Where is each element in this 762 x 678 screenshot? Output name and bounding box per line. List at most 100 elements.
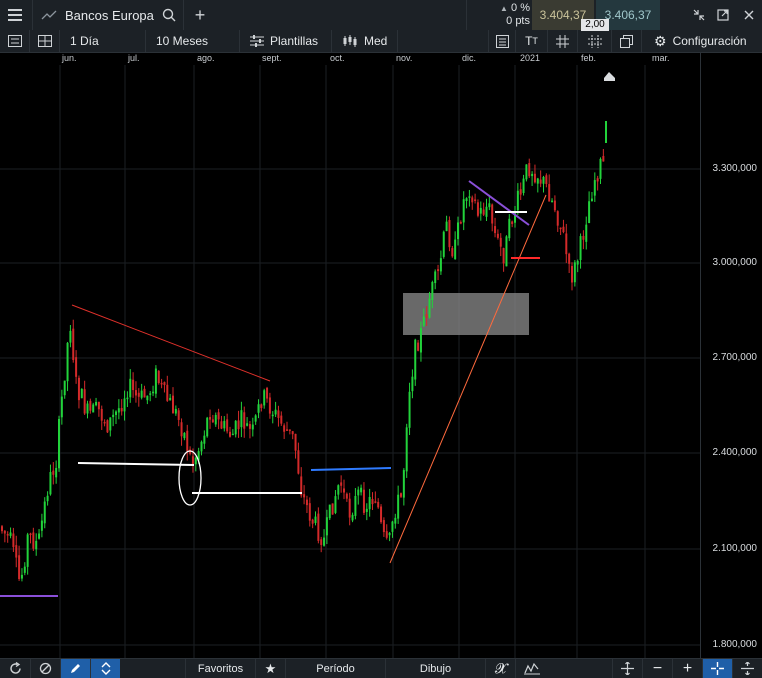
- search-icon[interactable]: [162, 8, 176, 22]
- candle-body: [439, 258, 442, 272]
- crosshair-grid-icon[interactable]: [578, 30, 612, 52]
- candle-body: [266, 387, 269, 399]
- interval-dropdown[interactable]: 1 Día: [60, 30, 146, 52]
- period-button[interactable]: Período: [285, 659, 385, 678]
- candle-body: [69, 330, 72, 343]
- candle-body: [40, 520, 43, 531]
- candle-body: [89, 400, 92, 411]
- popout-icon[interactable]: [712, 0, 734, 30]
- price-chart[interactable]: [0, 65, 700, 658]
- candle-body: [109, 417, 112, 431]
- chart-style-button[interactable]: Med: [332, 30, 398, 52]
- candle-body: [317, 513, 320, 541]
- fit-arrows-icon[interactable]: [612, 659, 642, 678]
- candle-body: [519, 189, 522, 195]
- candle-body: [217, 412, 220, 420]
- candle-body: [571, 266, 573, 283]
- candle-body: [126, 397, 129, 400]
- refresh-icon[interactable]: [0, 659, 30, 678]
- add-tab-icon[interactable]: +: [190, 0, 210, 30]
- range-dropdown[interactable]: 10 Meses: [146, 30, 240, 52]
- candle-body: [123, 398, 126, 412]
- change-percent: 0 %: [511, 2, 530, 14]
- copy-icon[interactable]: [612, 30, 642, 52]
- candle-body: [468, 196, 471, 198]
- symbol-tab[interactable]: Bancos Europa: [32, 0, 184, 30]
- candle-body: [260, 404, 263, 408]
- candle-body: [479, 207, 482, 214]
- candle-body: [220, 421, 223, 429]
- grid-icon[interactable]: [548, 30, 578, 52]
- candle-body: [100, 408, 103, 421]
- candle-body: [12, 533, 15, 548]
- candle-body: [434, 271, 437, 284]
- shrink-icon[interactable]: [688, 0, 710, 30]
- zoom-out-icon[interactable]: −: [642, 659, 672, 678]
- favorites-button[interactable]: Favoritos: [185, 659, 255, 678]
- disable-icon[interactable]: [30, 659, 60, 678]
- magnet-arrows-icon[interactable]: [90, 659, 120, 678]
- candle-body: [95, 401, 98, 406]
- candle-body: [331, 503, 334, 515]
- crosshair-icon[interactable]: [702, 659, 732, 678]
- candle-body: [263, 390, 266, 406]
- pencil-icon[interactable]: [60, 659, 90, 678]
- panel-list-icon[interactable]: [0, 30, 30, 52]
- candle-body: [169, 397, 172, 401]
- templates-button[interactable]: Plantillas: [240, 30, 332, 52]
- candle-body: [52, 470, 55, 475]
- candle-body: [588, 201, 591, 224]
- candle-body: [328, 504, 331, 519]
- candle-body: [97, 401, 100, 410]
- line-chart-icon: [41, 10, 57, 20]
- candle-body: [559, 227, 562, 230]
- candle-body: [240, 410, 243, 428]
- candle-body: [305, 499, 308, 506]
- candle-body: [203, 435, 206, 444]
- settings-button[interactable]: ⚙ Configuración: [642, 30, 762, 52]
- candle-body: [522, 178, 525, 193]
- menu-icon[interactable]: [0, 0, 30, 30]
- candle-body: [599, 158, 602, 179]
- price-axis[interactable]: 3.300,000 3.000,000 2.700,000 2.400,000 2.10…: [700, 53, 762, 658]
- candle-body: [55, 467, 58, 478]
- drawing-button[interactable]: Dibujo: [385, 659, 485, 678]
- candle-body: [459, 222, 462, 224]
- candle-body: [508, 218, 511, 239]
- candle-body: [237, 420, 240, 430]
- layout-grid-icon[interactable]: [30, 30, 60, 52]
- candle-body: [154, 368, 157, 394]
- zoom-in-icon[interactable]: +: [672, 659, 702, 678]
- candle-body: [579, 236, 582, 260]
- candle-body: [585, 224, 588, 242]
- candle-body: [280, 415, 283, 424]
- candle-body: [209, 417, 212, 420]
- month-label: ago.: [197, 53, 215, 63]
- top-bar: Bancos Europa + ▲ 0 % 0 pts 3.404,37 3.4…: [0, 0, 762, 31]
- close-icon[interactable]: [738, 0, 760, 30]
- formula-icon[interactable]: 𝓧: [485, 659, 515, 678]
- candle-body: [351, 514, 354, 521]
- candle-body: [431, 282, 434, 301]
- star-icon[interactable]: ★: [255, 659, 285, 678]
- candle-body: [374, 501, 377, 503]
- candle-body: [476, 202, 479, 216]
- candle-body: [186, 430, 189, 451]
- candle-body: [83, 389, 86, 414]
- candle-body: [345, 493, 348, 499]
- candle-body: [385, 531, 388, 538]
- candle-body: [314, 516, 317, 523]
- vertical-fit-icon[interactable]: [732, 659, 762, 678]
- indicator-list-icon[interactable]: [488, 30, 516, 52]
- candle-body: [303, 494, 306, 498]
- candle-body: [66, 342, 69, 382]
- candle-body: [226, 419, 229, 432]
- candle-body: [223, 420, 226, 429]
- candle-body: [368, 496, 371, 510]
- candle-body: [360, 487, 363, 493]
- text-size-icon[interactable]: TT: [516, 30, 548, 52]
- change-readout: ▲ 0 % 0 pts: [470, 2, 530, 28]
- candle-body: [414, 339, 417, 380]
- indicator-chart-icon[interactable]: [515, 659, 547, 678]
- gear-icon: ⚙: [654, 32, 667, 49]
